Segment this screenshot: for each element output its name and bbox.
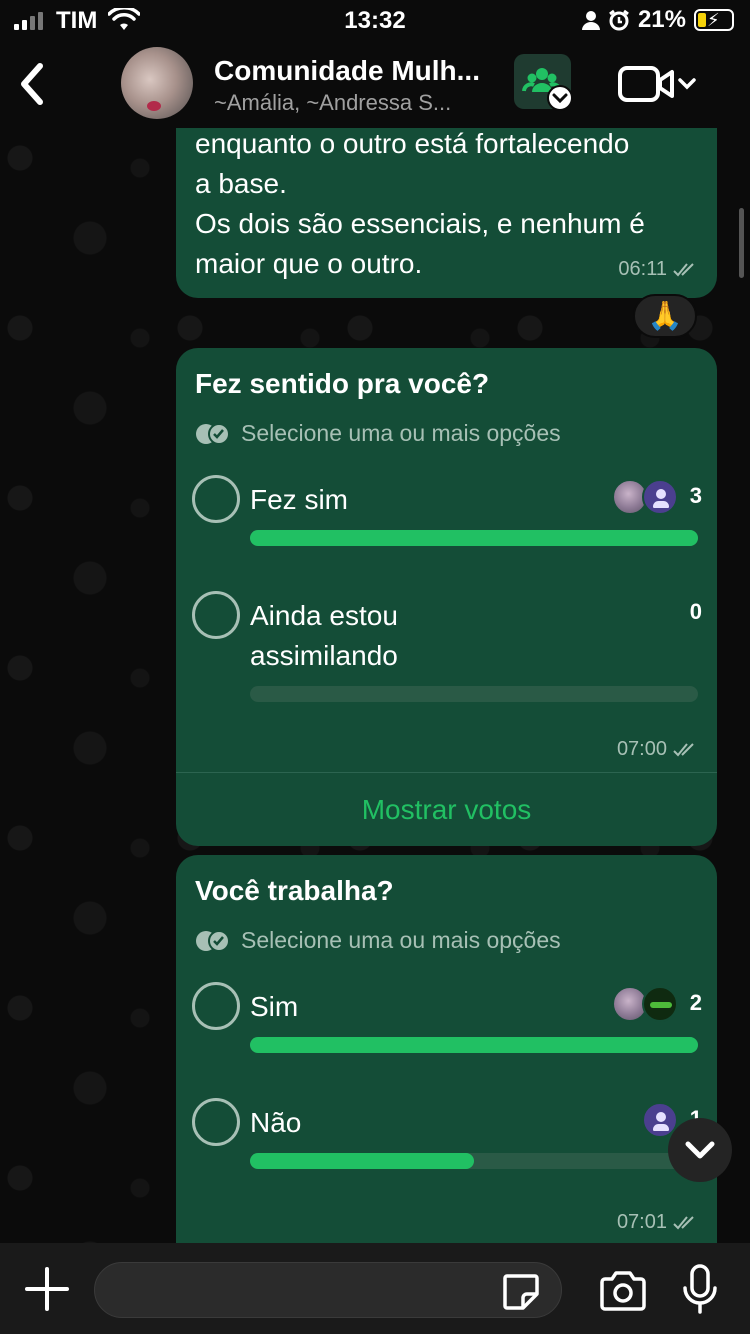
poll-hint: Selecione uma ou mais opções [195, 420, 561, 447]
message-meta: 07:00 [617, 738, 699, 761]
text-message-bubble[interactable]: enquanto o outro está fortalecendo a bas… [176, 128, 717, 298]
poll-option-bar [250, 1153, 698, 1169]
message-meta: 06:11 [618, 258, 699, 281]
poll-hint-text: Selecione uma ou mais opções [241, 420, 561, 446]
poll-option-label: Fez sim [250, 484, 348, 515]
voter-avatar [642, 479, 678, 515]
message-time: 07:00 [616, 738, 667, 760]
chat-title[interactable]: Comunidade Mulh... [214, 55, 506, 87]
chevron-down-icon [685, 1141, 715, 1159]
poll-option[interactable]: Não 1 [192, 1098, 702, 1178]
poll-option-radio[interactable] [192, 1098, 240, 1146]
scroll-to-bottom-button[interactable] [668, 1118, 732, 1182]
poll-option-bar-fill [250, 1153, 474, 1169]
poll-option-bar [250, 1037, 698, 1053]
read-receipt-icon [673, 262, 694, 276]
microphone-icon[interactable] [682, 1264, 718, 1314]
double-check-icon [196, 422, 230, 445]
voter-avatar [642, 986, 678, 1022]
plus-icon[interactable] [24, 1266, 70, 1312]
reaction-badge[interactable]: 🙏 [633, 294, 697, 338]
poll-option-count: 0 [689, 599, 702, 624]
poll-option[interactable]: Fez sim 3 [192, 475, 702, 555]
divider [176, 772, 717, 773]
voter-avatars[interactable] [612, 986, 678, 1022]
message-time: 07:01 [616, 1211, 667, 1233]
poll-option[interactable]: Sim 2 [192, 982, 702, 1062]
poll-bubble[interactable]: Você trabalha? Selecione uma ou mais opç… [176, 855, 717, 1243]
message-input[interactable] [94, 1262, 562, 1318]
message-line: enquanto o outro está fortalecendo [195, 128, 630, 159]
poll-option-bar-fill [250, 1037, 698, 1053]
community-button[interactable] [514, 54, 573, 111]
message-line: a base. [195, 168, 287, 199]
poll-option-bar-fill [250, 530, 698, 546]
poll-option-radio[interactable] [192, 591, 240, 639]
group-avatar[interactable] [121, 47, 193, 119]
poll-question: Você trabalha? [195, 875, 394, 906]
chat-messages[interactable]: enquanto o outro está fortalecendo a bas… [0, 128, 750, 1243]
chat-header: Comunidade Mulh... ~Amália, ~Andressa S.… [0, 40, 750, 128]
message-line: Os dois são essenciais, e nenhum é [195, 208, 645, 239]
poll-option-label: Ainda estou assimilando [250, 600, 398, 671]
poll-option-count: 3 [689, 483, 702, 508]
composer-bar [0, 1243, 750, 1334]
poll-option-radio[interactable] [192, 475, 240, 523]
status-bar: TIM 13:32 21% ⚡ [0, 0, 750, 40]
video-call-icon [618, 66, 696, 102]
chevron-badge-icon [547, 85, 573, 111]
alarm-icon [609, 9, 629, 31]
poll-option[interactable]: Ainda estou assimilando 0 [192, 591, 702, 702]
poll-option-bar [250, 530, 698, 546]
battery-icon: ⚡ [694, 9, 734, 31]
scrollbar[interactable] [739, 208, 744, 278]
poll-option-radio[interactable] [192, 982, 240, 1030]
read-receipt-icon [673, 742, 694, 756]
message-meta: 07:01 [617, 1211, 699, 1234]
read-receipt-icon [673, 1215, 694, 1229]
show-votes-button[interactable]: Mostrar votos [176, 794, 717, 826]
sticker-icon[interactable] [501, 1272, 541, 1312]
poll-option-label: Sim [250, 991, 299, 1022]
poll-hint: Selecione uma ou mais opções [195, 927, 561, 954]
poll-option-bar [250, 686, 698, 702]
poll-option-label: Não [250, 1107, 302, 1138]
message-time: 06:11 [618, 258, 667, 280]
poll-hint-text: Selecione uma ou mais opções [241, 927, 561, 953]
double-check-icon [196, 929, 230, 952]
poll-option-count: 2 [689, 990, 702, 1015]
message-line: maior que o outro. [195, 248, 423, 279]
chat-participants[interactable]: ~Amália, ~Andressa S... [214, 90, 496, 116]
person-status-icon [581, 11, 600, 30]
camera-icon[interactable] [598, 1270, 648, 1312]
poll-question: Fez sentido pra você? [195, 368, 490, 399]
voter-avatars[interactable] [612, 479, 678, 515]
video-call-button[interactable] [618, 64, 702, 104]
back-button[interactable] [14, 60, 50, 108]
battery-percentage: 21% [637, 6, 686, 33]
poll-bubble[interactable]: Fez sentido pra você? Selecione uma ou m… [176, 348, 717, 846]
